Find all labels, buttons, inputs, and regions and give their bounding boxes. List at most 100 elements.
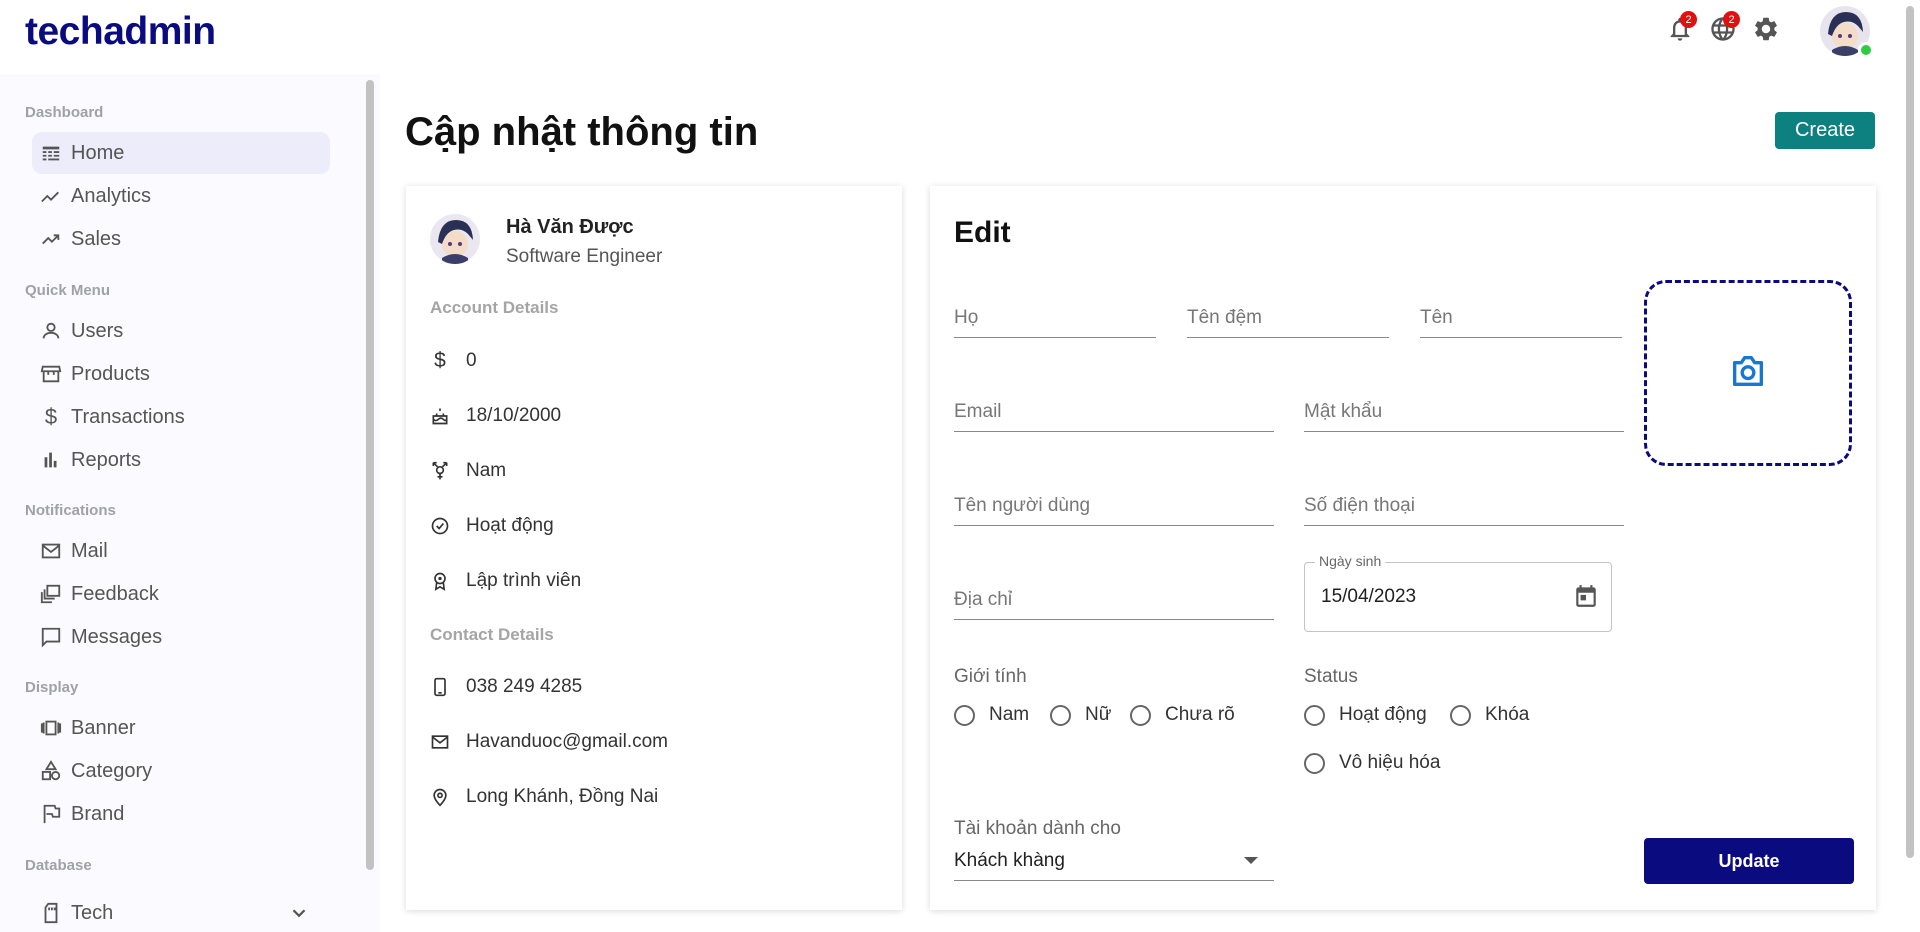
phone-field[interactable] [1304, 486, 1624, 526]
profile-avatar [430, 214, 480, 264]
ten-dem-field[interactable] [1187, 298, 1389, 338]
sidebar-item-label: Banner [71, 716, 136, 739]
radio-label: Chưa rõ [1165, 704, 1235, 725]
email-field[interactable] [954, 392, 1274, 432]
notifications-button[interactable]: 2 [1663, 11, 1697, 48]
password-field[interactable] [1304, 392, 1624, 432]
info-address: Long Khánh, Đồng Nai [430, 786, 658, 808]
page-scrollbar[interactable] [1906, 6, 1914, 858]
status-radio-vo-hieu-hoa[interactable]: Vô hiệu hóa [1304, 752, 1440, 774]
sidebar-item-banner[interactable]: Banner [32, 707, 330, 749]
radio-circle [1304, 704, 1325, 726]
flag-icon [40, 803, 62, 825]
update-button[interactable]: Update [1644, 838, 1854, 884]
radio-circle [1450, 704, 1471, 726]
sidebar-item-feedback[interactable]: Feedback [32, 573, 330, 615]
select-value: Khách khàng [954, 849, 1065, 871]
radio-circle [1050, 704, 1071, 726]
sidebar-item-reports[interactable]: Reports [32, 439, 330, 481]
gender-radio-nam[interactable]: Nam [954, 704, 1029, 726]
info-phone: 038 249 4285 [430, 676, 582, 698]
sidebar-item-category[interactable]: Category [32, 750, 330, 792]
bar-chart-icon [40, 449, 62, 471]
sidebar-item-sales[interactable]: Sales [32, 218, 330, 260]
radio-label: Vô hiệu hóa [1339, 752, 1441, 773]
user-icon [40, 320, 62, 342]
account-details-title: Account Details [430, 298, 559, 317]
online-status-dot [1858, 42, 1874, 58]
chevron-down-icon[interactable] [288, 902, 310, 930]
timeline-icon [40, 185, 62, 207]
sd-card-icon [40, 902, 62, 924]
create-button[interactable]: Create [1775, 112, 1875, 149]
notifications-badge: 2 [1680, 11, 1697, 28]
status-radio-khoa[interactable]: Khóa [1450, 704, 1529, 726]
sidebar-item-users[interactable]: Users [32, 310, 330, 352]
address-field[interactable] [954, 580, 1274, 620]
info-balance: $ 0 [430, 349, 477, 372]
account-for-label: Tài khoản dành cho [954, 818, 1121, 839]
phone-icon [430, 677, 450, 697]
info-value: Long Khánh, Đồng Nai [466, 786, 659, 807]
camera-icon [1728, 351, 1768, 396]
sidebar-item-label: Transactions [71, 405, 185, 428]
phone-input[interactable] [1304, 486, 1624, 525]
language-button[interactable]: 2 [1706, 11, 1740, 48]
sidebar-item-analytics[interactable]: Analytics [32, 175, 330, 217]
sidebar-item-products[interactable]: Products [32, 353, 330, 395]
radio-label: Nữ [1085, 704, 1112, 725]
calendar-icon[interactable] [1573, 583, 1599, 609]
settings-button[interactable] [1749, 14, 1783, 48]
sidebar-item-tech[interactable]: Tech [32, 892, 330, 932]
info-email: Havanduoc@gmail.com [430, 731, 668, 753]
home-icon [40, 142, 62, 164]
radio-label: Hoạt động [1339, 704, 1427, 725]
dropdown-arrow-icon [1244, 857, 1258, 864]
sidebar-item-mail[interactable]: Mail [32, 530, 330, 572]
password-input[interactable] [1304, 392, 1624, 431]
birthday-date-field[interactable]: Ngày sinh 15/04/2023 [1304, 553, 1612, 632]
message-icon [40, 626, 62, 648]
radio-circle [1304, 752, 1325, 774]
profile-job: Software Engineer [506, 246, 663, 267]
category-icon [40, 760, 62, 782]
banner-icon [40, 717, 62, 739]
sidebar-item-label: Feedback [71, 582, 159, 605]
sidebar-item-transactions[interactable]: $ Transactions [32, 396, 330, 438]
ten-input[interactable] [1420, 298, 1622, 337]
status-radio-hoat-dong[interactable]: Hoạt động [1304, 704, 1427, 726]
ho-field[interactable] [954, 298, 1156, 338]
gender-radio-nu[interactable]: Nữ [1050, 704, 1111, 726]
edit-card: Edit Ngày sinh 15/04/2023 Giới tính N [930, 186, 1876, 910]
username-input[interactable] [954, 486, 1274, 525]
username-field[interactable] [954, 486, 1274, 526]
email-input[interactable] [954, 392, 1274, 431]
info-gender: Nam [430, 460, 506, 482]
sidebar-item-brand[interactable]: Brand [32, 793, 330, 835]
photo-upload[interactable] [1644, 280, 1852, 466]
app-logo[interactable]: techadmin [25, 10, 216, 54]
badge-icon [430, 571, 450, 591]
date-value[interactable]: 15/04/2023 [1321, 586, 1416, 608]
info-status: Hoạt động [430, 515, 554, 537]
mail-icon [430, 732, 450, 752]
info-value: 0 [466, 350, 477, 371]
mail-icon [40, 540, 62, 562]
sidebar-section-display: Display [25, 679, 79, 696]
info-role: Lập trình viên [430, 570, 581, 592]
sidebar-item-messages[interactable]: Messages [32, 616, 330, 658]
sidebar-item-home[interactable]: Home [32, 132, 330, 174]
check-circle-icon [430, 516, 450, 536]
sidebar-item-label: Users [71, 319, 124, 342]
sidebar-scrollbar[interactable] [366, 80, 374, 870]
ho-input[interactable] [954, 298, 1156, 337]
sidebar-item-label: Sales [71, 227, 122, 250]
account-for-select[interactable]: Khách khàng [954, 841, 1274, 881]
gender-radio-chua-ro[interactable]: Chưa rõ [1130, 704, 1235, 726]
address-input[interactable] [954, 580, 1274, 619]
radio-circle [954, 704, 975, 726]
sidebar-item-label: Home [71, 141, 125, 164]
ten-dem-input[interactable] [1187, 298, 1389, 337]
ten-field[interactable] [1420, 298, 1622, 338]
gender-icon [430, 461, 450, 481]
